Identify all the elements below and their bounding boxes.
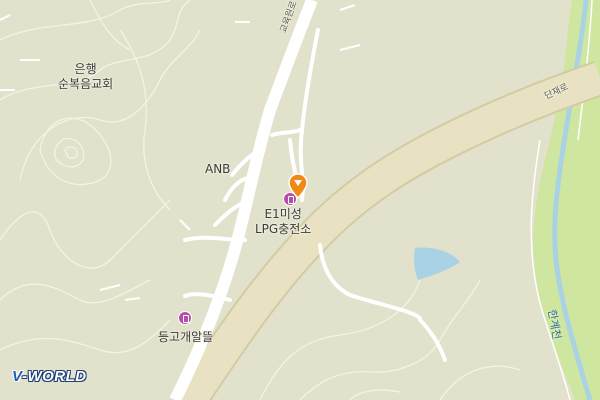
minor-roads	[183, 28, 447, 362]
vworld-logo: V-WORLD	[12, 368, 87, 385]
map-base-layer	[0, 0, 600, 400]
location-pin-icon[interactable]	[288, 173, 308, 199]
logo-world: -WORLD	[21, 368, 87, 385]
fuel-station-icon[interactable]	[178, 311, 192, 325]
contour-lines	[0, 0, 521, 400]
church-label: 은행 순복음교회	[58, 62, 113, 92]
logo-v: V	[12, 368, 22, 385]
pond	[414, 247, 460, 280]
place-label[interactable]: 등고개알뜰	[158, 328, 213, 345]
anb-label: ANB	[205, 162, 231, 176]
map-canvas[interactable]: 은행 순복음교회 ANB 교육원로 단재로 한계천 E1미성 LPG충전소 등고…	[0, 0, 600, 400]
church-label-line1: 은행	[74, 62, 97, 76]
station-label-line2: LPG충전소	[255, 222, 312, 236]
church-label-line2: 순복음교회	[58, 77, 114, 91]
station-label[interactable]: E1미성 LPG충전소	[255, 207, 311, 237]
station-label-line1: E1미성	[264, 207, 302, 221]
stream-greenbelt	[533, 0, 600, 400]
